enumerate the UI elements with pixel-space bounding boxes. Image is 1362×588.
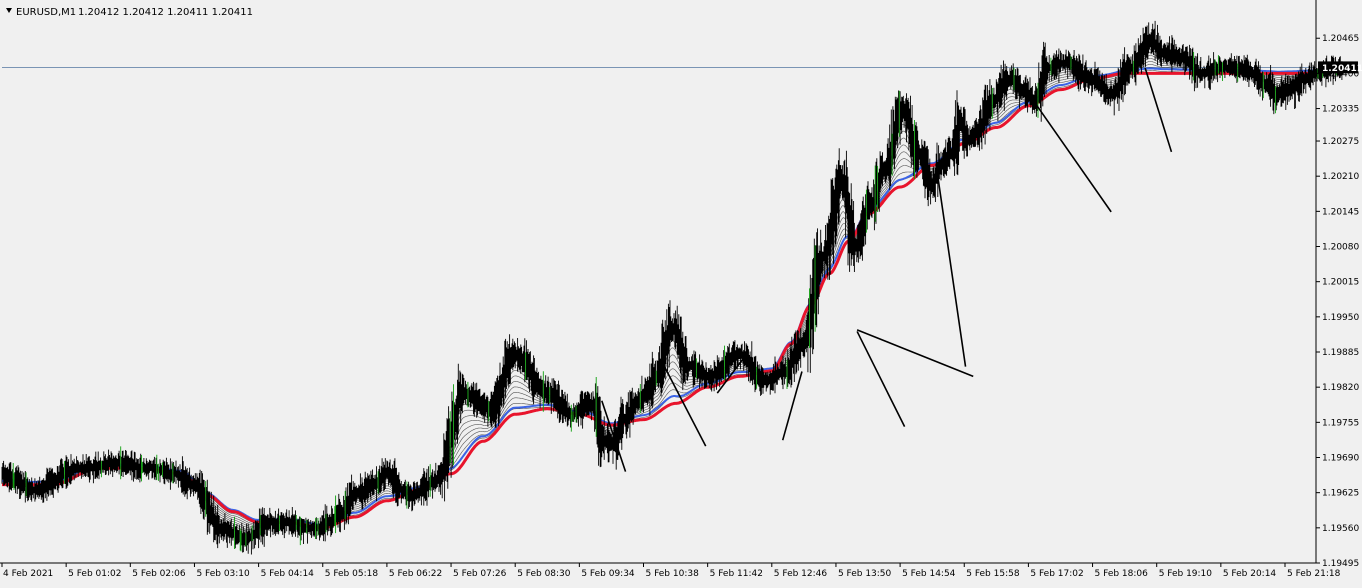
x-tick-label: 5 Feb 18:06 (1095, 569, 1149, 579)
price-chart[interactable]: 1.204651.204001.203351.202751.202101.201… (0, 0, 1362, 584)
y-tick-label: 1.20210 (1322, 172, 1359, 182)
x-tick-label: 5 Feb 06:22 (389, 569, 442, 579)
x-tick-label: 5 Feb 19:10 (1159, 569, 1213, 579)
y-tick-label: 1.19625 (1322, 489, 1359, 499)
x-tick-label: 5 Feb 01:02 (68, 569, 121, 579)
y-tick-label: 1.19950 (1322, 313, 1359, 323)
y-tick-label: 1.20335 (1322, 105, 1359, 115)
x-tick-label: 5 Feb 12:46 (774, 569, 828, 579)
x-tick-label: 5 Feb 11:42 (710, 569, 763, 579)
x-tick-label: 5 Feb 14:54 (902, 569, 956, 579)
x-tick-label: 5 Feb 15:58 (966, 569, 1020, 579)
x-tick-label: 5 Feb 20:14 (1223, 569, 1277, 579)
current-price-tag: 1.20411 (1318, 61, 1362, 74)
ohlc-values: 1.20412 1.20412 1.20411 1.20411 (78, 7, 253, 18)
y-tick-label: 1.19885 (1322, 348, 1359, 358)
y-tick-label: 1.20015 (1322, 278, 1359, 288)
x-tick-label: 5 Feb 08:30 (517, 569, 571, 579)
y-tick-label: 1.19755 (1322, 418, 1359, 428)
current-price-label: 1.20411 (1322, 64, 1362, 74)
x-tick-label: 5 Feb 03:10 (196, 569, 250, 579)
x-tick-label: 5 Feb 13:50 (838, 569, 892, 579)
x-tick-label: 5 Feb 05:18 (325, 569, 379, 579)
x-tick-label: 5 Feb 04:14 (261, 569, 315, 579)
x-tick-label: 5 Feb 21:18 (1287, 569, 1341, 579)
y-tick-label: 1.19495 (1322, 559, 1359, 569)
x-tick-label: 5 Feb 07:26 (453, 569, 507, 579)
y-tick-label: 1.20145 (1322, 207, 1359, 217)
x-tick-label: 5 Feb 02:06 (132, 569, 186, 579)
x-tick-label: 4 Feb 2021 (3, 569, 53, 579)
y-tick-label: 1.20275 (1322, 137, 1359, 147)
symbol-label: EURUSD,M1 (16, 7, 76, 18)
chart-area[interactable]: 1.20465 1.20400 1.20335 1.20275 1.20210 1.201… (0, 0, 1362, 584)
chart-header: EURUSD,M1 1.20412 1.20412 1.20411 1.2041… (6, 7, 253, 18)
y-tick-label: 1.19820 (1322, 383, 1359, 393)
x-tick-label: 5 Feb 17:02 (1030, 569, 1083, 579)
x-tick-label: 5 Feb 10:38 (646, 569, 700, 579)
y-tick-label: 1.19690 (1322, 454, 1359, 464)
y-tick-label: 1.20465 (1322, 34, 1359, 44)
y-tick-label: 1.19560 (1322, 524, 1359, 534)
y-tick-label: 1.20080 (1322, 243, 1359, 253)
x-tick-label: 5 Feb 09:34 (581, 569, 635, 579)
